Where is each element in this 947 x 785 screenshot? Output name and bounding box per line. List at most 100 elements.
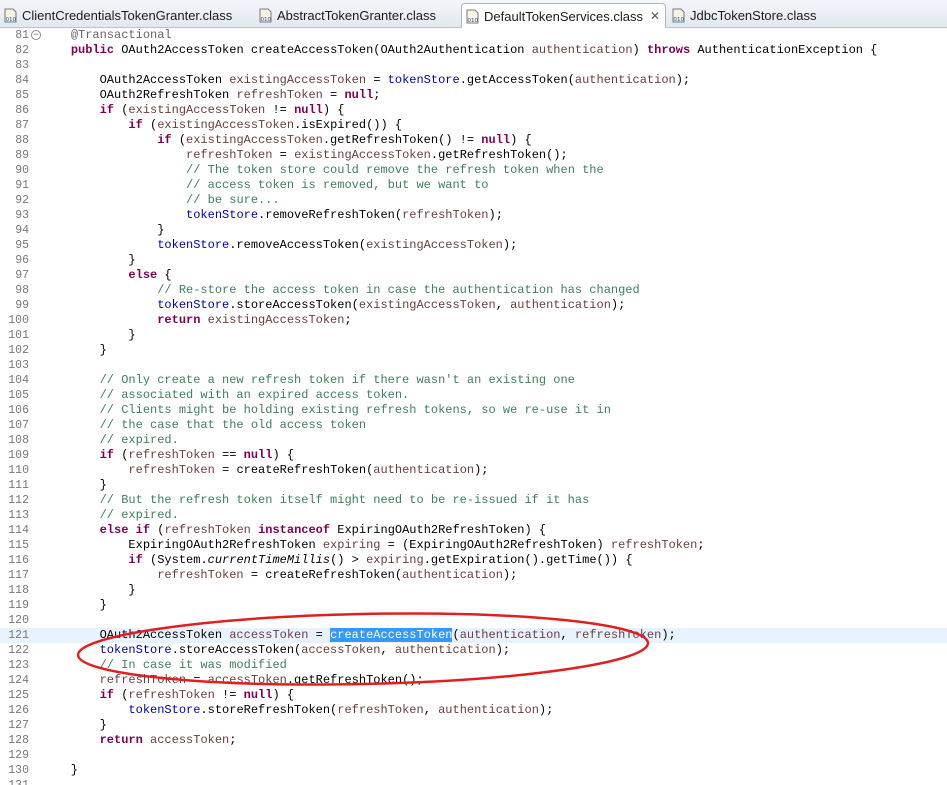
code-token: );: [675, 73, 691, 87]
code-line[interactable]: 100 return existingAccessToken;: [0, 313, 947, 328]
code-line[interactable]: 113 // expired.: [0, 508, 947, 523]
code-line[interactable]: 124 refreshToken = accessToken.getRefres…: [0, 673, 947, 688]
code-line[interactable]: 83: [0, 58, 947, 73]
line-number: 124: [8, 674, 29, 687]
code-line[interactable]: 106 // Clients might be holding existing…: [0, 403, 947, 418]
code-line[interactable]: 93 tokenStore.removeRefreshToken(refresh…: [0, 208, 947, 223]
code-token: .removeRefreshToken(: [258, 208, 403, 222]
tab-jdbc-token-store[interactable]: 010 JdbcTokenStore.class: [668, 3, 838, 28]
code-text: if (System.currentTimeMillis() > expirin…: [42, 553, 633, 568]
code-text: // Re-store the access token in case the…: [42, 283, 639, 298]
code-line[interactable]: 112 // But the refresh token itself migh…: [0, 493, 947, 508]
code-text: refreshToken = createRefreshToken(authen…: [42, 568, 517, 583]
code-text: }: [42, 478, 107, 493]
code-text: }: [42, 763, 78, 778]
code-token: authentication: [373, 463, 475, 477]
code-line[interactable]: 129: [0, 748, 947, 763]
code-token: (: [114, 448, 129, 462]
code-token: .isExpired()) {: [294, 118, 403, 132]
code-text: // access token is removed, but we want …: [42, 178, 488, 193]
code-line[interactable]: 104 // Only create a new refresh token i…: [0, 373, 947, 388]
code-token: return: [99, 733, 143, 747]
tab-client-credentials-token-granter[interactable]: 010 ClientCredentialsTokenGranter.class: [0, 3, 251, 28]
code-line[interactable]: 91 // access token is removed, but we wa…: [0, 178, 947, 193]
close-icon[interactable]: ✕: [650, 9, 660, 23]
code-token: ,: [380, 643, 395, 657]
code-line[interactable]: 131: [0, 778, 947, 785]
code-token: }: [42, 763, 79, 777]
code-text: tokenStore.storeRefreshToken(refreshToke…: [42, 703, 553, 718]
code-line[interactable]: 92 // be sure...: [0, 193, 947, 208]
code-line[interactable]: 81− @Transactional: [0, 28, 947, 43]
code-line[interactable]: 116 if (System.currentTimeMillis() > exp…: [0, 553, 947, 568]
code-line[interactable]: 87 if (existingAccessToken.isExpired()) …: [0, 118, 947, 133]
code-line[interactable]: 122 tokenStore.storeAccessToken(accessTo…: [0, 643, 947, 658]
code-line[interactable]: 108 // expired.: [0, 433, 947, 448]
line-number: 97: [15, 269, 29, 282]
code-line[interactable]: 101 }: [0, 328, 947, 343]
code-token: refreshToken: [99, 673, 187, 687]
code-token: if: [128, 118, 143, 132]
code-line[interactable]: 118 }: [0, 583, 947, 598]
code-line[interactable]: 90 // The token store could remove the r…: [0, 163, 947, 178]
code-token: ExpiringOAuth2RefreshToken) {: [330, 523, 547, 537]
code-token: else: [128, 268, 158, 282]
code-line[interactable]: 85 OAuth2RefreshToken refreshToken = nul…: [0, 88, 947, 103]
tab-default-token-services[interactable]: 010 DefaultTokenServices.class ✕: [461, 3, 666, 28]
code-line[interactable]: 114 else if (refreshToken instanceof Exp…: [0, 523, 947, 538]
code-token: );: [495, 643, 511, 657]
line-number: 83: [15, 59, 29, 72]
code-token: .getExpiration().getTime()) {: [423, 553, 633, 567]
code-line[interactable]: 121 OAuth2AccessToken accessToken = crea…: [0, 628, 947, 643]
tab-abstract-token-granter[interactable]: 010 AbstractTokenGranter.class: [255, 3, 456, 28]
code-line[interactable]: 130 }: [0, 763, 947, 778]
code-line[interactable]: 86 if (existingAccessToken != null) {: [0, 103, 947, 118]
code-line[interactable]: 98 // Re-store the access token in case …: [0, 283, 947, 298]
code-line[interactable]: 94 }: [0, 223, 947, 238]
code-line[interactable]: 127 }: [0, 718, 947, 733]
code-line[interactable]: 126 tokenStore.storeRefreshToken(refresh…: [0, 703, 947, 718]
code-line[interactable]: 117 refreshToken = createRefreshToken(au…: [0, 568, 947, 583]
code-line[interactable]: 89 refreshToken = existingAccessToken.ge…: [0, 148, 947, 163]
code-text: if (refreshToken != null) {: [42, 688, 294, 703]
code-line[interactable]: 110 refreshToken = createRefreshToken(au…: [0, 463, 947, 478]
code-token: .storeAccessToken(: [171, 643, 302, 657]
code-line[interactable]: 115 ExpiringOAuth2RefreshToken expiring …: [0, 538, 947, 553]
code-line[interactable]: 88 if (existingAccessToken.getRefreshTok…: [0, 133, 947, 148]
svg-text:010: 010: [6, 17, 17, 23]
line-number: 92: [15, 194, 29, 207]
code-token: authentication: [438, 703, 539, 717]
code-line[interactable]: 105 // associated with an expired access…: [0, 388, 947, 403]
code-line[interactable]: 102 }: [0, 343, 947, 358]
code-line[interactable]: 95 tokenStore.removeAccessToken(existing…: [0, 238, 947, 253]
code-token: );: [502, 238, 518, 252]
line-number: 121: [8, 629, 29, 642]
code-line[interactable]: 128 return accessToken;: [0, 733, 947, 748]
code-token: (: [452, 628, 460, 642]
fold-collapse-icon[interactable]: −: [31, 30, 41, 40]
code-line[interactable]: 103: [0, 358, 947, 373]
code-line[interactable]: 97 else {: [0, 268, 947, 283]
code-line[interactable]: 84 OAuth2AccessToken existingAccessToken…: [0, 73, 947, 88]
code-line[interactable]: 109 if (refreshToken == null) {: [0, 448, 947, 463]
code-text: refreshToken = existingAccessToken.getRe…: [42, 148, 568, 163]
code-line[interactable]: 96 }: [0, 253, 947, 268]
code-token: OAuth2AccessToken createAccessToken(OAut…: [114, 43, 532, 57]
code-line[interactable]: 119 }: [0, 598, 947, 613]
code-editor[interactable]: 81− @Transactional 82 public OAuth2Access…: [0, 28, 947, 785]
code-line[interactable]: 82 public OAuth2AccessToken createAccess…: [0, 43, 947, 58]
line-number: 127: [8, 719, 29, 732]
code-line[interactable]: 107 // the case that the old access toke…: [0, 418, 947, 433]
code-line[interactable]: 125 if (refreshToken != null) {: [0, 688, 947, 703]
code-line[interactable]: 120: [0, 613, 947, 628]
code-token: // The token store could remove the refr…: [186, 163, 604, 177]
code-line[interactable]: 111 }: [0, 478, 947, 493]
code-line[interactable]: 99 tokenStore.storeAccessToken(existingA…: [0, 298, 947, 313]
code-token: existingAccessToken: [294, 148, 431, 162]
code-line[interactable]: 123 // In case it was modified: [0, 658, 947, 673]
